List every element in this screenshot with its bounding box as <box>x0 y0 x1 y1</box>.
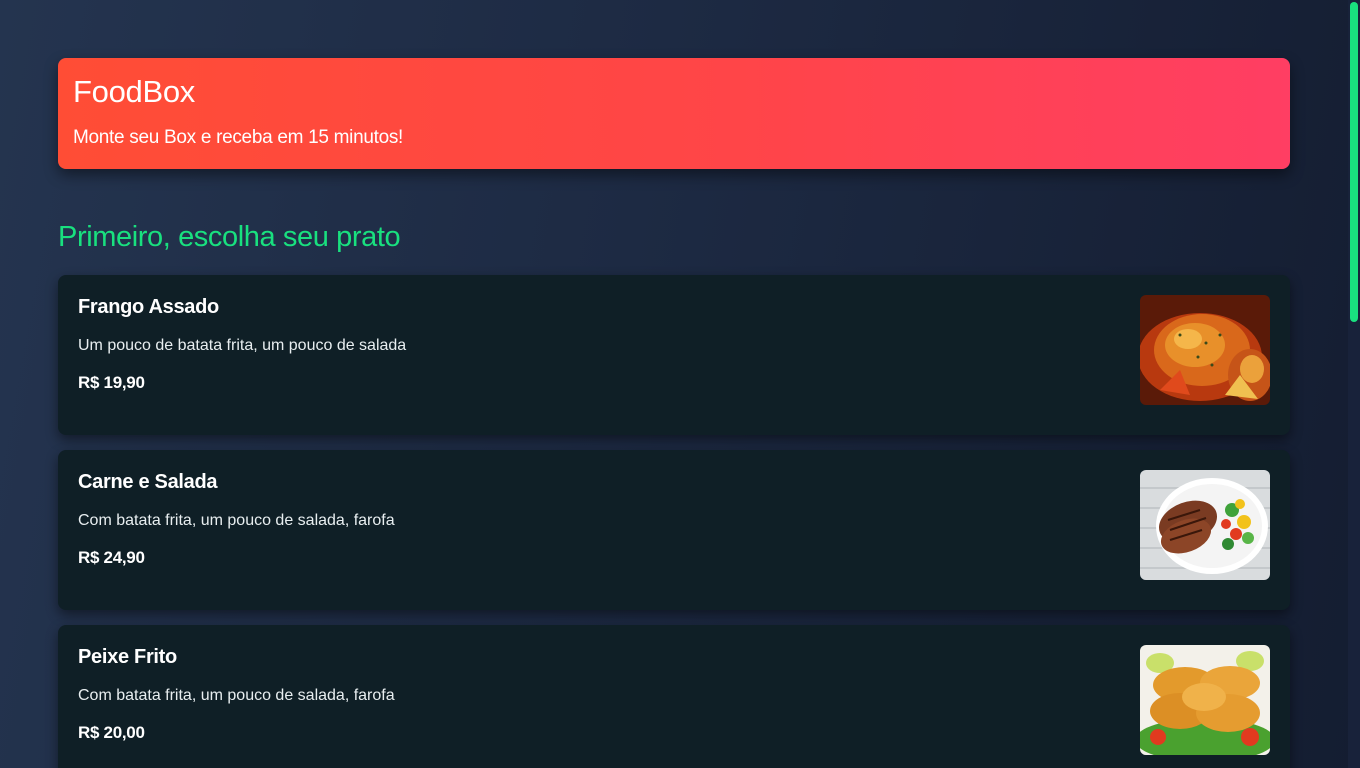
page-content: FoodBox Monte seu Box e receba em 15 min… <box>58 58 1290 768</box>
scrollbar-thumb[interactable] <box>1350 2 1358 322</box>
section-title: Primeiro, escolha seu prato <box>58 221 401 253</box>
dish-description: Com batata frita, um pouco de salada, fa… <box>78 512 395 529</box>
dish-price: R$ 19,90 <box>78 373 145 392</box>
dish-image-steak-salad <box>1140 470 1270 580</box>
dish-image-fried-fish <box>1140 645 1270 755</box>
dish-price: R$ 24,90 <box>78 548 145 567</box>
dish-description: Um pouco de batata frita, um pouco de sa… <box>78 337 407 354</box>
dish-description: Com batata frita, um pouco de salada, fa… <box>78 687 395 704</box>
app-title: FoodBox <box>73 74 195 109</box>
dish-price: R$ 20,00 <box>78 723 145 742</box>
dish-list: Frango Assado Um pouco de batata frita, … <box>58 275 1290 768</box>
dish-name: Frango Assado <box>78 296 219 318</box>
dish-name: Carne e Salada <box>78 471 218 493</box>
app-subtitle: Monte seu Box e receba em 15 minutos! <box>73 127 404 148</box>
dish-card-peixe-frito[interactable]: Peixe Frito Com batata frita, um pouco d… <box>58 625 1290 768</box>
dish-card-carne-e-salada[interactable]: Carne e Salada Com batata frita, um pouc… <box>58 450 1290 610</box>
dish-image-roast-chicken <box>1140 295 1270 405</box>
app-header: FoodBox Monte seu Box e receba em 15 min… <box>58 58 1290 169</box>
dish-card-frango-assado[interactable]: Frango Assado Um pouco de batata frita, … <box>58 275 1290 435</box>
page-scrollbar[interactable] <box>1348 0 1360 768</box>
dish-name: Peixe Frito <box>78 646 177 668</box>
